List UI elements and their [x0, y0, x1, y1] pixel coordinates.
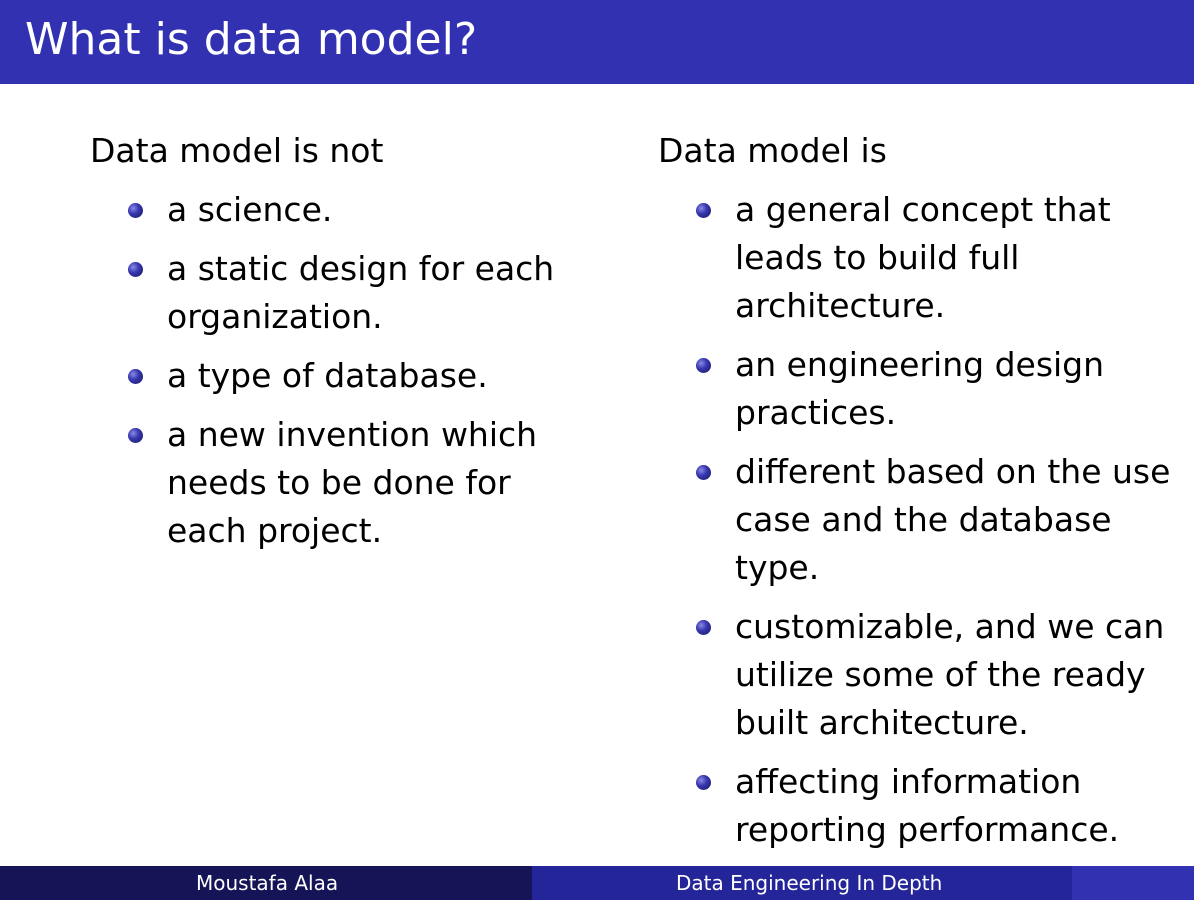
bullet-icon — [128, 262, 143, 277]
bullet-icon — [696, 358, 711, 373]
bullet-icon — [696, 620, 711, 635]
list-item: different based on the use case and the … — [696, 448, 1190, 592]
list-item: a general concept that leads to build fu… — [696, 186, 1190, 330]
bullet-icon — [128, 369, 143, 384]
list-item: a new invention which needs to be done f… — [128, 411, 567, 555]
right-bullet-list: a general concept that leads to build fu… — [696, 186, 1190, 865]
bullet-icon — [696, 203, 711, 218]
bullet-icon — [128, 203, 143, 218]
list-item: an engineering design practices. — [696, 341, 1190, 437]
left-bullet-list: a science. a static design for each orga… — [128, 186, 567, 566]
right-column-heading: Data model is — [658, 131, 887, 170]
list-item: a static design for each organization. — [128, 245, 567, 341]
footer-author-section: Moustafa Alaa — [0, 866, 532, 900]
footer-author: Moustafa Alaa — [196, 871, 339, 895]
footer-bar: Moustafa Alaa Data Engineering In Depth — [0, 866, 1194, 900]
list-item: a science. — [128, 186, 567, 234]
left-column-heading: Data model is not — [90, 131, 384, 170]
bullet-icon — [128, 428, 143, 443]
footer-course-section: Data Engineering In Depth — [532, 866, 1072, 900]
bullet-icon — [696, 465, 711, 480]
bullet-icon — [696, 775, 711, 790]
footer-page-section — [1072, 866, 1194, 900]
slide-title: What is data model? — [25, 14, 478, 65]
list-item: affecting information reporting performa… — [696, 758, 1190, 854]
footer-course: Data Engineering In Depth — [676, 871, 943, 895]
list-item: customizable, and we can utilize some of… — [696, 603, 1190, 747]
list-item: a type of database. — [128, 352, 567, 400]
title-bar: What is data model? — [0, 0, 1194, 84]
